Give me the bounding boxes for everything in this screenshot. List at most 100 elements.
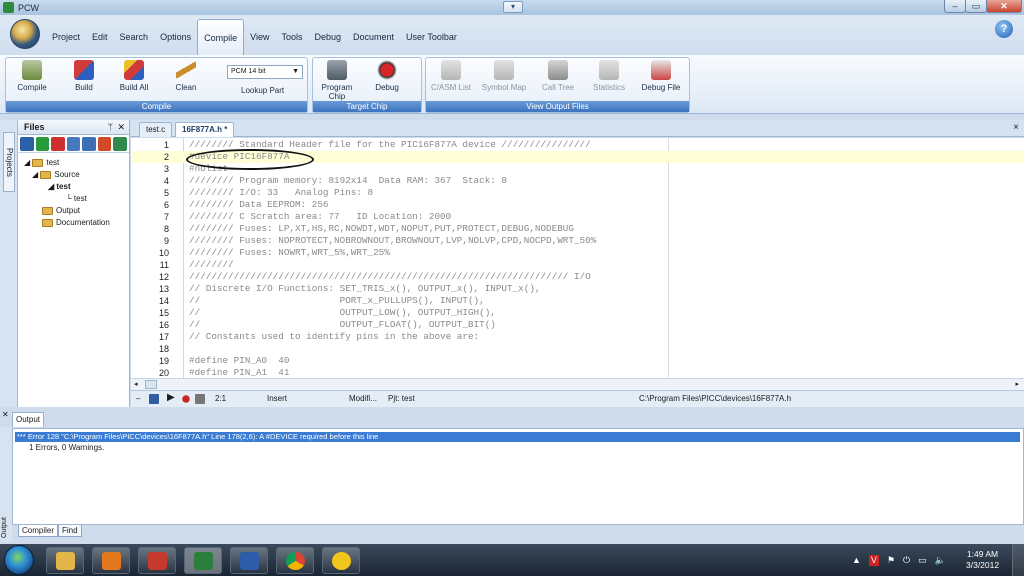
close-document-icon[interactable]: × bbox=[1013, 120, 1019, 136]
help-icon[interactable]: ? bbox=[995, 20, 1013, 38]
call-tree-button[interactable]: Call Tree bbox=[538, 60, 578, 92]
remove-icon[interactable] bbox=[51, 137, 65, 151]
properties-icon[interactable] bbox=[82, 137, 96, 151]
program-chip-button[interactable]: Program Chip bbox=[317, 60, 357, 101]
scroll-thumb[interactable] bbox=[145, 380, 157, 389]
scroll-right-icon[interactable]: ▸ bbox=[1015, 380, 1019, 388]
folder-icon bbox=[42, 206, 53, 215]
tab-find[interactable]: Find bbox=[58, 525, 82, 537]
folder-icon bbox=[40, 170, 52, 179]
code-text: //////// Fuses: NOWRT,WRT_5%,WRT_25% bbox=[189, 247, 390, 258]
add-icon[interactable] bbox=[35, 137, 50, 151]
symbol-map-button[interactable]: Symbol Map bbox=[478, 60, 530, 92]
error-message[interactable]: *** Error 128 "C:\Program Files\PICC\dev… bbox=[15, 432, 1020, 442]
line-number: 14 bbox=[158, 296, 169, 306]
taskbar-isis[interactable] bbox=[230, 547, 268, 574]
code-line: 8 //////// Fuses: LP,XT,HS,RC,NOWDT,WDT,N… bbox=[131, 223, 1024, 235]
tab-compiler[interactable]: Compiler bbox=[18, 525, 59, 537]
tree-item-documentation[interactable]: Documentation bbox=[24, 217, 129, 229]
clock[interactable]: 1:49 AM 3/3/2012 bbox=[966, 549, 999, 571]
taskbar-chrome[interactable] bbox=[276, 547, 314, 574]
c-asm-list-label: C/ASM List bbox=[430, 83, 471, 92]
taskbar-media-player[interactable] bbox=[92, 547, 130, 574]
tab-search[interactable]: Search bbox=[114, 27, 155, 47]
folder-icon bbox=[56, 552, 75, 570]
c-asm-list-button[interactable]: C/ASM List bbox=[428, 60, 474, 92]
files-panel-header: Files ᛘ ✕ bbox=[18, 120, 129, 135]
tree-item-test-child[interactable]: └ test bbox=[24, 193, 129, 205]
program-chip-label: Program Chip bbox=[321, 83, 353, 101]
file-tree: ◢ test ◢ Source ◢ test └ test Output Doc… bbox=[18, 153, 129, 229]
color-icon[interactable] bbox=[97, 137, 112, 151]
taskbar-explorer[interactable] bbox=[46, 547, 84, 574]
tree-item-source-test[interactable]: ◢ test bbox=[24, 181, 129, 193]
scroll-left-icon[interactable]: ◂ bbox=[134, 380, 142, 389]
code-text: // OUTPUT_LOW(), OUTPUT_HIGH(), bbox=[189, 307, 496, 318]
network-icon[interactable]: ▭ bbox=[918, 555, 927, 566]
build-all-button[interactable]: Build All bbox=[114, 60, 154, 92]
code-text: //////// C Scratch area: 77 ID Location:… bbox=[189, 211, 452, 222]
record-icon[interactable] bbox=[181, 394, 191, 404]
application-menu-orb[interactable] bbox=[10, 19, 40, 49]
tab-compile[interactable]: Compile bbox=[197, 19, 245, 55]
minimize-button[interactable]: – bbox=[944, 0, 966, 13]
code-text: #define PIN_A1 41 bbox=[189, 367, 290, 378]
power-icon[interactable]: ⏻ bbox=[903, 555, 910, 566]
taskbar-mikroc[interactable] bbox=[138, 547, 176, 574]
statistics-button[interactable]: Statistics bbox=[589, 60, 629, 92]
code-text: #define PIN_A0 40 bbox=[189, 355, 290, 366]
line-number: 4 bbox=[163, 176, 169, 186]
taskbar-yahoo-messenger[interactable] bbox=[322, 547, 360, 574]
close-button[interactable]: ✕ bbox=[986, 0, 1022, 13]
tab-document[interactable]: Document bbox=[347, 27, 400, 47]
output-tab[interactable]: Output bbox=[12, 412, 44, 427]
code-editor[interactable]: 1//////// Standard Header file for the P… bbox=[131, 138, 1024, 378]
lookup-part-button[interactable]: Lookup Part bbox=[241, 86, 284, 95]
play-icon[interactable]: ▶ bbox=[167, 392, 175, 403]
compiler-select[interactable]: PCM 14 bit ▼ bbox=[227, 65, 303, 79]
tab-test-c[interactable]: test.c bbox=[139, 122, 173, 137]
tree-item-source[interactable]: ◢ Source bbox=[24, 169, 129, 181]
projects-side-tab[interactable]: Projects bbox=[3, 132, 15, 192]
open-folder-icon[interactable] bbox=[20, 137, 34, 151]
code-text: //////// Program memory: 8192x14 Data RA… bbox=[189, 175, 508, 186]
maximize-button[interactable]: ▭ bbox=[965, 0, 987, 13]
save-icon[interactable] bbox=[149, 394, 159, 404]
antivirus-icon[interactable]: V bbox=[868, 555, 879, 566]
tab-debug[interactable]: Debug bbox=[308, 27, 347, 47]
tab-tools[interactable]: Tools bbox=[275, 27, 308, 47]
volume-icon[interactable]: 🔈 bbox=[935, 555, 946, 566]
line-number: 6 bbox=[163, 200, 169, 210]
show-desktop-button[interactable] bbox=[1012, 544, 1024, 576]
tab-edit[interactable]: Edit bbox=[86, 27, 114, 47]
tab-view[interactable]: View bbox=[244, 27, 275, 47]
stop-icon[interactable] bbox=[195, 394, 205, 404]
debug-file-button[interactable]: Debug File bbox=[638, 60, 684, 92]
clean-button[interactable]: Clean bbox=[170, 60, 202, 92]
tab-user-toolbar[interactable]: User Toolbar bbox=[400, 27, 463, 47]
compiler-select-value: PCM 14 bit bbox=[231, 68, 266, 75]
tab-options[interactable]: Options bbox=[154, 27, 197, 47]
code-line: 14 // PORT_x_PULLUPS(), INPUT(), bbox=[131, 295, 1024, 307]
show-hidden-icons[interactable]: ▲ bbox=[852, 555, 861, 566]
compile-button[interactable]: Compile bbox=[14, 60, 50, 92]
tree-item-output[interactable]: Output bbox=[24, 205, 129, 217]
horizontal-scrollbar[interactable]: ◂ ▸ bbox=[131, 378, 1024, 390]
close-output-icon[interactable]: ✕ bbox=[2, 410, 9, 419]
quick-access-dropdown[interactable]: ▾ bbox=[503, 1, 523, 13]
debug-button[interactable]: Debug bbox=[371, 60, 403, 92]
pin-icon[interactable]: ᛘ bbox=[108, 120, 113, 135]
tree-item-project[interactable]: ◢ test bbox=[24, 157, 129, 169]
tree-icon[interactable] bbox=[113, 137, 128, 151]
close-icon[interactable]: ✕ bbox=[117, 120, 125, 135]
save-icon[interactable] bbox=[66, 137, 81, 151]
tab-project[interactable]: Project bbox=[46, 27, 86, 47]
start-button[interactable] bbox=[4, 545, 34, 575]
tab-16f877a-h[interactable]: 16F877A.h * bbox=[175, 122, 235, 137]
projects-side-strip: Projects bbox=[0, 120, 18, 407]
collapse-icon[interactable]: – bbox=[136, 394, 140, 403]
build-button[interactable]: Build bbox=[68, 60, 100, 92]
flag-icon[interactable]: ⚑ bbox=[887, 555, 895, 566]
taskbar-pcw[interactable] bbox=[184, 547, 222, 574]
code-line: 11 //////// bbox=[131, 259, 1024, 271]
